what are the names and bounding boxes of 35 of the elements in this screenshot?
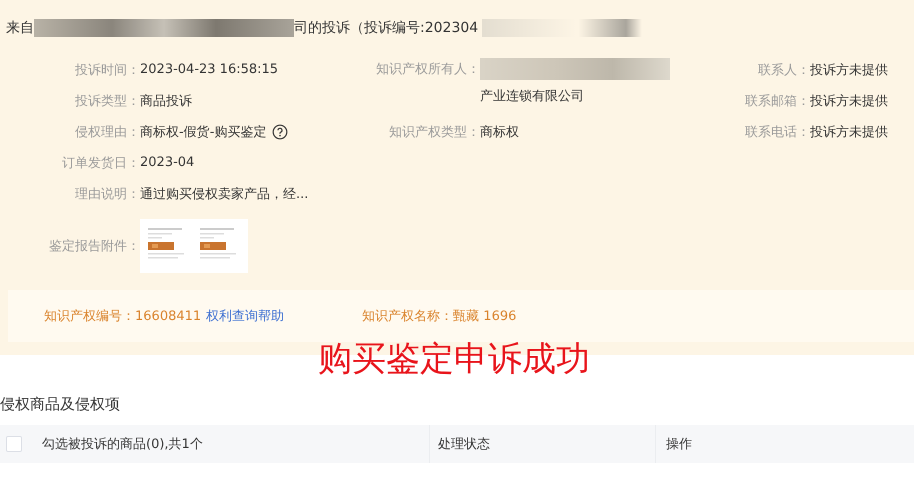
select-all-checkbox[interactable] [6,436,22,452]
overlay-caption: 购买鉴定申诉成功 [318,338,590,381]
field-label: 联系电话： [744,124,810,140]
field-value: 投诉方未提供 [810,92,888,110]
field-label: 订单发货日： [61,154,140,172]
field-label: 侵权理由： [74,124,140,140]
field-label: 投诉时间： [74,62,140,78]
field-label: 鉴定报告附件： [48,238,140,255]
column-header: 处理状态 [438,436,490,453]
field-label: 知识产权所有人： [375,61,480,79]
field-value: 商标权 [480,124,519,140]
field-value: 投诉方未提供 [810,124,888,140]
complaint-title: 来自 [6,19,34,37]
field-value: 2023-04 [140,155,194,170]
field-label: 投诉类型： [74,92,140,110]
column-header: 勾选被投诉的商品(0),共1个 [42,436,203,453]
ip-number: 16608411 [135,308,202,324]
column-header: 操作 [666,436,692,453]
help-icon[interactable] [272,124,288,140]
rights-help-link[interactable]: 权利查询帮助 [206,307,284,325]
field-value: 2023-04-23 16:58:15 [140,62,278,77]
section-title: 侵权商品及侵权项 [0,394,121,415]
field-value: 投诉方未提供 [810,62,888,78]
field-value: 产业连锁有限公司 [480,88,585,105]
ip-number-label: 知识产权编号： [44,308,135,325]
field-label: 知识产权类型： [388,124,480,140]
field-value: 商品投诉 [140,92,192,110]
field-value: 商标权-假货-购买鉴定 [140,124,266,140]
ip-name: 甄藏 1696 [453,308,516,325]
field-value: 通过购买侵权卖家产品，经... [140,186,308,202]
complaint-title: 司的投诉（投诉编号:202304 [294,19,478,37]
field-label: 联系人： [757,62,810,78]
field-label: 联系邮箱： [744,92,810,110]
field-label: 理由说明： [74,186,140,202]
ip-name-label: 知识产权名称： [362,308,454,325]
